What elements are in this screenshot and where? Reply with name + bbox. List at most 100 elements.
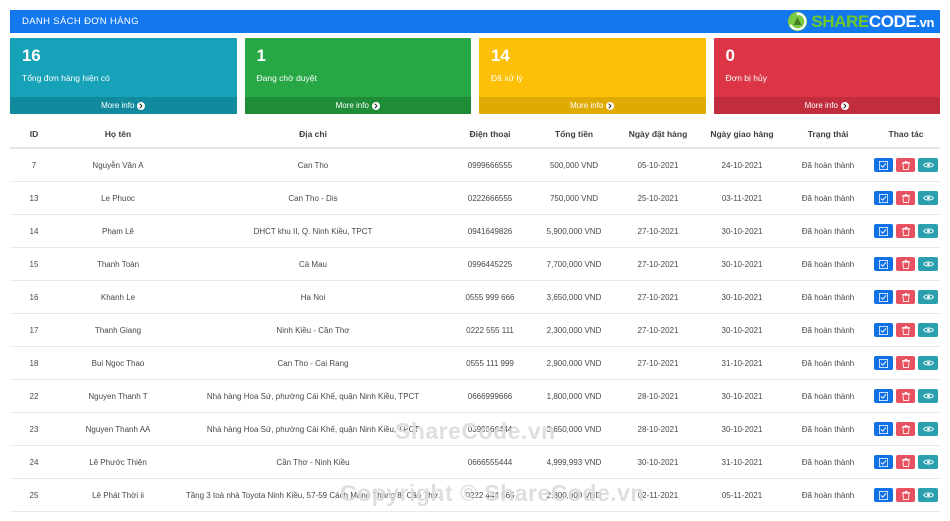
cell-total: 750,000 VND <box>532 181 616 215</box>
view-button[interactable] <box>918 158 938 172</box>
logo-text-vn: .vn <box>916 15 934 30</box>
cell-total: 500,000 VND <box>532 148 616 182</box>
delete-button[interactable] <box>896 488 916 502</box>
table-row[interactable]: 17 Thanh Giang Ninh Kiều - Cần Thơ 0222 555… <box>10 313 940 347</box>
table-row[interactable]: 7 Nguyễn Văn A Can Tho 0999666555 500,000 VN… <box>10 148 940 182</box>
delete-button[interactable] <box>896 455 916 469</box>
eye-icon <box>922 227 934 235</box>
view-button[interactable] <box>918 422 938 436</box>
more-info-link[interactable]: More info <box>10 97 237 114</box>
delete-button[interactable] <box>896 257 916 271</box>
cell-status: Đã hoàn thành <box>784 214 872 248</box>
eye-icon <box>922 293 934 301</box>
cell-odate: 28-10-2021 <box>616 379 700 413</box>
stat-card-2[interactable]: 1 Đang chờ duyệt More info <box>244 38 471 114</box>
delete-button[interactable] <box>896 224 916 238</box>
cell-status: Đã hoàn thành <box>784 313 872 347</box>
approve-button[interactable] <box>874 488 894 502</box>
delete-button[interactable] <box>896 422 916 436</box>
cell-total: 2,900,000 VND <box>532 346 616 380</box>
table-row[interactable]: 25 Lê Phát Thời ii Tầng 3 toà nhà Toyota N… <box>10 478 940 512</box>
view-button[interactable] <box>918 455 938 469</box>
stat-card-value: 0 <box>725 46 735 65</box>
stat-card-4[interactable]: 0 Đơn bị hủy More info <box>713 38 940 114</box>
trash-icon <box>901 292 910 302</box>
table-row[interactable]: 24 Lê Phước Thiện Cần Thơ - Ninh Kiều 06665… <box>10 445 940 479</box>
approve-button[interactable] <box>874 323 894 337</box>
approve-button[interactable] <box>874 158 894 172</box>
row-actions-cell <box>872 181 940 215</box>
more-info-link[interactable]: More info <box>244 97 471 114</box>
delete-button[interactable] <box>896 323 916 337</box>
more-info-link[interactable]: More info <box>479 97 706 114</box>
approve-button[interactable] <box>874 290 894 304</box>
row-actions <box>874 455 938 469</box>
approve-button[interactable] <box>874 257 894 271</box>
stat-card-1[interactable]: 16 Tổng đơn hàng hiện có More info <box>10 38 237 114</box>
approve-button[interactable] <box>874 422 894 436</box>
table-row[interactable]: 18 Bui Ngoc Thao Can Tho - Cai Rang 0555 11… <box>10 346 940 380</box>
row-actions-cell <box>872 445 940 479</box>
cell-phone: 0666999666 <box>448 379 532 413</box>
table-row[interactable]: 16 Khanh Le Ha Noi 0555 999 666 3,650,000 VN… <box>10 280 940 314</box>
approve-button[interactable] <box>874 224 894 238</box>
arrow-circle-right-icon <box>371 101 380 110</box>
cell-addr: DHCT khu II, Q. Ninh Kiều, TPCT <box>178 214 448 248</box>
view-button[interactable] <box>918 389 938 403</box>
stat-cards: 16 Tổng đơn hàng hiện có More info 1 Đang ch… <box>10 38 940 114</box>
view-button[interactable] <box>918 257 938 271</box>
check-square-icon <box>879 424 889 434</box>
trash-icon <box>901 226 910 236</box>
cell-odate: 05-10-2021 <box>616 148 700 182</box>
table-row[interactable]: 22 Nguyen Thanh T Nhà hàng Hoa Sứ, phường … <box>10 379 940 413</box>
approve-button[interactable] <box>874 455 894 469</box>
table-row[interactable]: 13 Le Phuoc Can Tho - Dis 0222666555 750,000… <box>10 181 940 215</box>
table-row[interactable]: 23 Nguyen Thanh AA Nhà hàng Hoa Sứ, phường… <box>10 412 940 446</box>
row-actions-cell <box>872 346 940 380</box>
cell-odate: 28-10-2021 <box>616 412 700 446</box>
logo-text-share: SHARE <box>811 12 869 31</box>
more-info-label: More info <box>570 101 604 110</box>
delete-button[interactable] <box>896 389 916 403</box>
view-button[interactable] <box>918 290 938 304</box>
delete-button[interactable] <box>896 356 916 370</box>
check-square-icon <box>879 391 889 401</box>
view-button[interactable] <box>918 191 938 205</box>
cell-total: 7,700,000 VND <box>532 247 616 281</box>
table-row[interactable]: 15 Thanh Toàn Cà Mau 0996445225 7,700,000 VN… <box>10 247 940 281</box>
delete-button[interactable] <box>896 191 916 205</box>
cell-ddate: 05-11-2021 <box>700 478 784 512</box>
table-row[interactable]: 14 Phạm Lê DHCT khu II, Q. Ninh Kiều, TPCT… <box>10 214 940 248</box>
approve-button[interactable] <box>874 389 894 403</box>
delete-button[interactable] <box>896 158 916 172</box>
cell-ddate: 31-10-2021 <box>700 346 784 380</box>
table-header-row: ID Họ tên Địa chỉ Điện thoại Tổng tiền Ngày đ… <box>10 122 940 149</box>
stat-card-3[interactable]: 14 Đã xử lý More info <box>479 38 706 114</box>
view-button[interactable] <box>918 488 938 502</box>
cell-total: 1,800,000 VND <box>532 379 616 413</box>
view-button[interactable] <box>918 356 938 370</box>
row-actions <box>874 488 938 502</box>
cell-ddate: 30-10-2021 <box>700 214 784 248</box>
cell-id: 16 <box>10 280 58 314</box>
cell-addr: Cần Thơ - Ninh Kiều <box>178 445 448 479</box>
cell-total: 3,650,000 VND <box>532 280 616 314</box>
view-button[interactable] <box>918 323 938 337</box>
cell-ddate: 30-10-2021 <box>700 247 784 281</box>
column-header-total: Tổng tiền <box>532 122 616 149</box>
row-actions <box>874 389 938 403</box>
delete-button[interactable] <box>896 290 916 304</box>
table-row[interactable]: 26Trần MèoCan Tho01556663339,150,000 VND… <box>10 511 940 521</box>
trash-icon <box>901 490 910 500</box>
eye-icon <box>922 458 934 466</box>
approve-button[interactable] <box>874 191 894 205</box>
view-button[interactable] <box>918 224 938 238</box>
more-info-link[interactable]: More info <box>713 97 940 114</box>
orders-table-container[interactable]: ID Họ tên Địa chỉ Điện thoại Tổng tiền Ngày đ… <box>10 122 940 521</box>
cell-name: Nguyen Thanh T <box>58 379 178 413</box>
cell-total: 9,150,000 VND <box>532 511 616 521</box>
cell-ddate: 30-10-2021 <box>700 379 784 413</box>
more-info-label: More info <box>804 101 838 110</box>
approve-button[interactable] <box>874 356 894 370</box>
check-square-icon <box>879 259 889 269</box>
